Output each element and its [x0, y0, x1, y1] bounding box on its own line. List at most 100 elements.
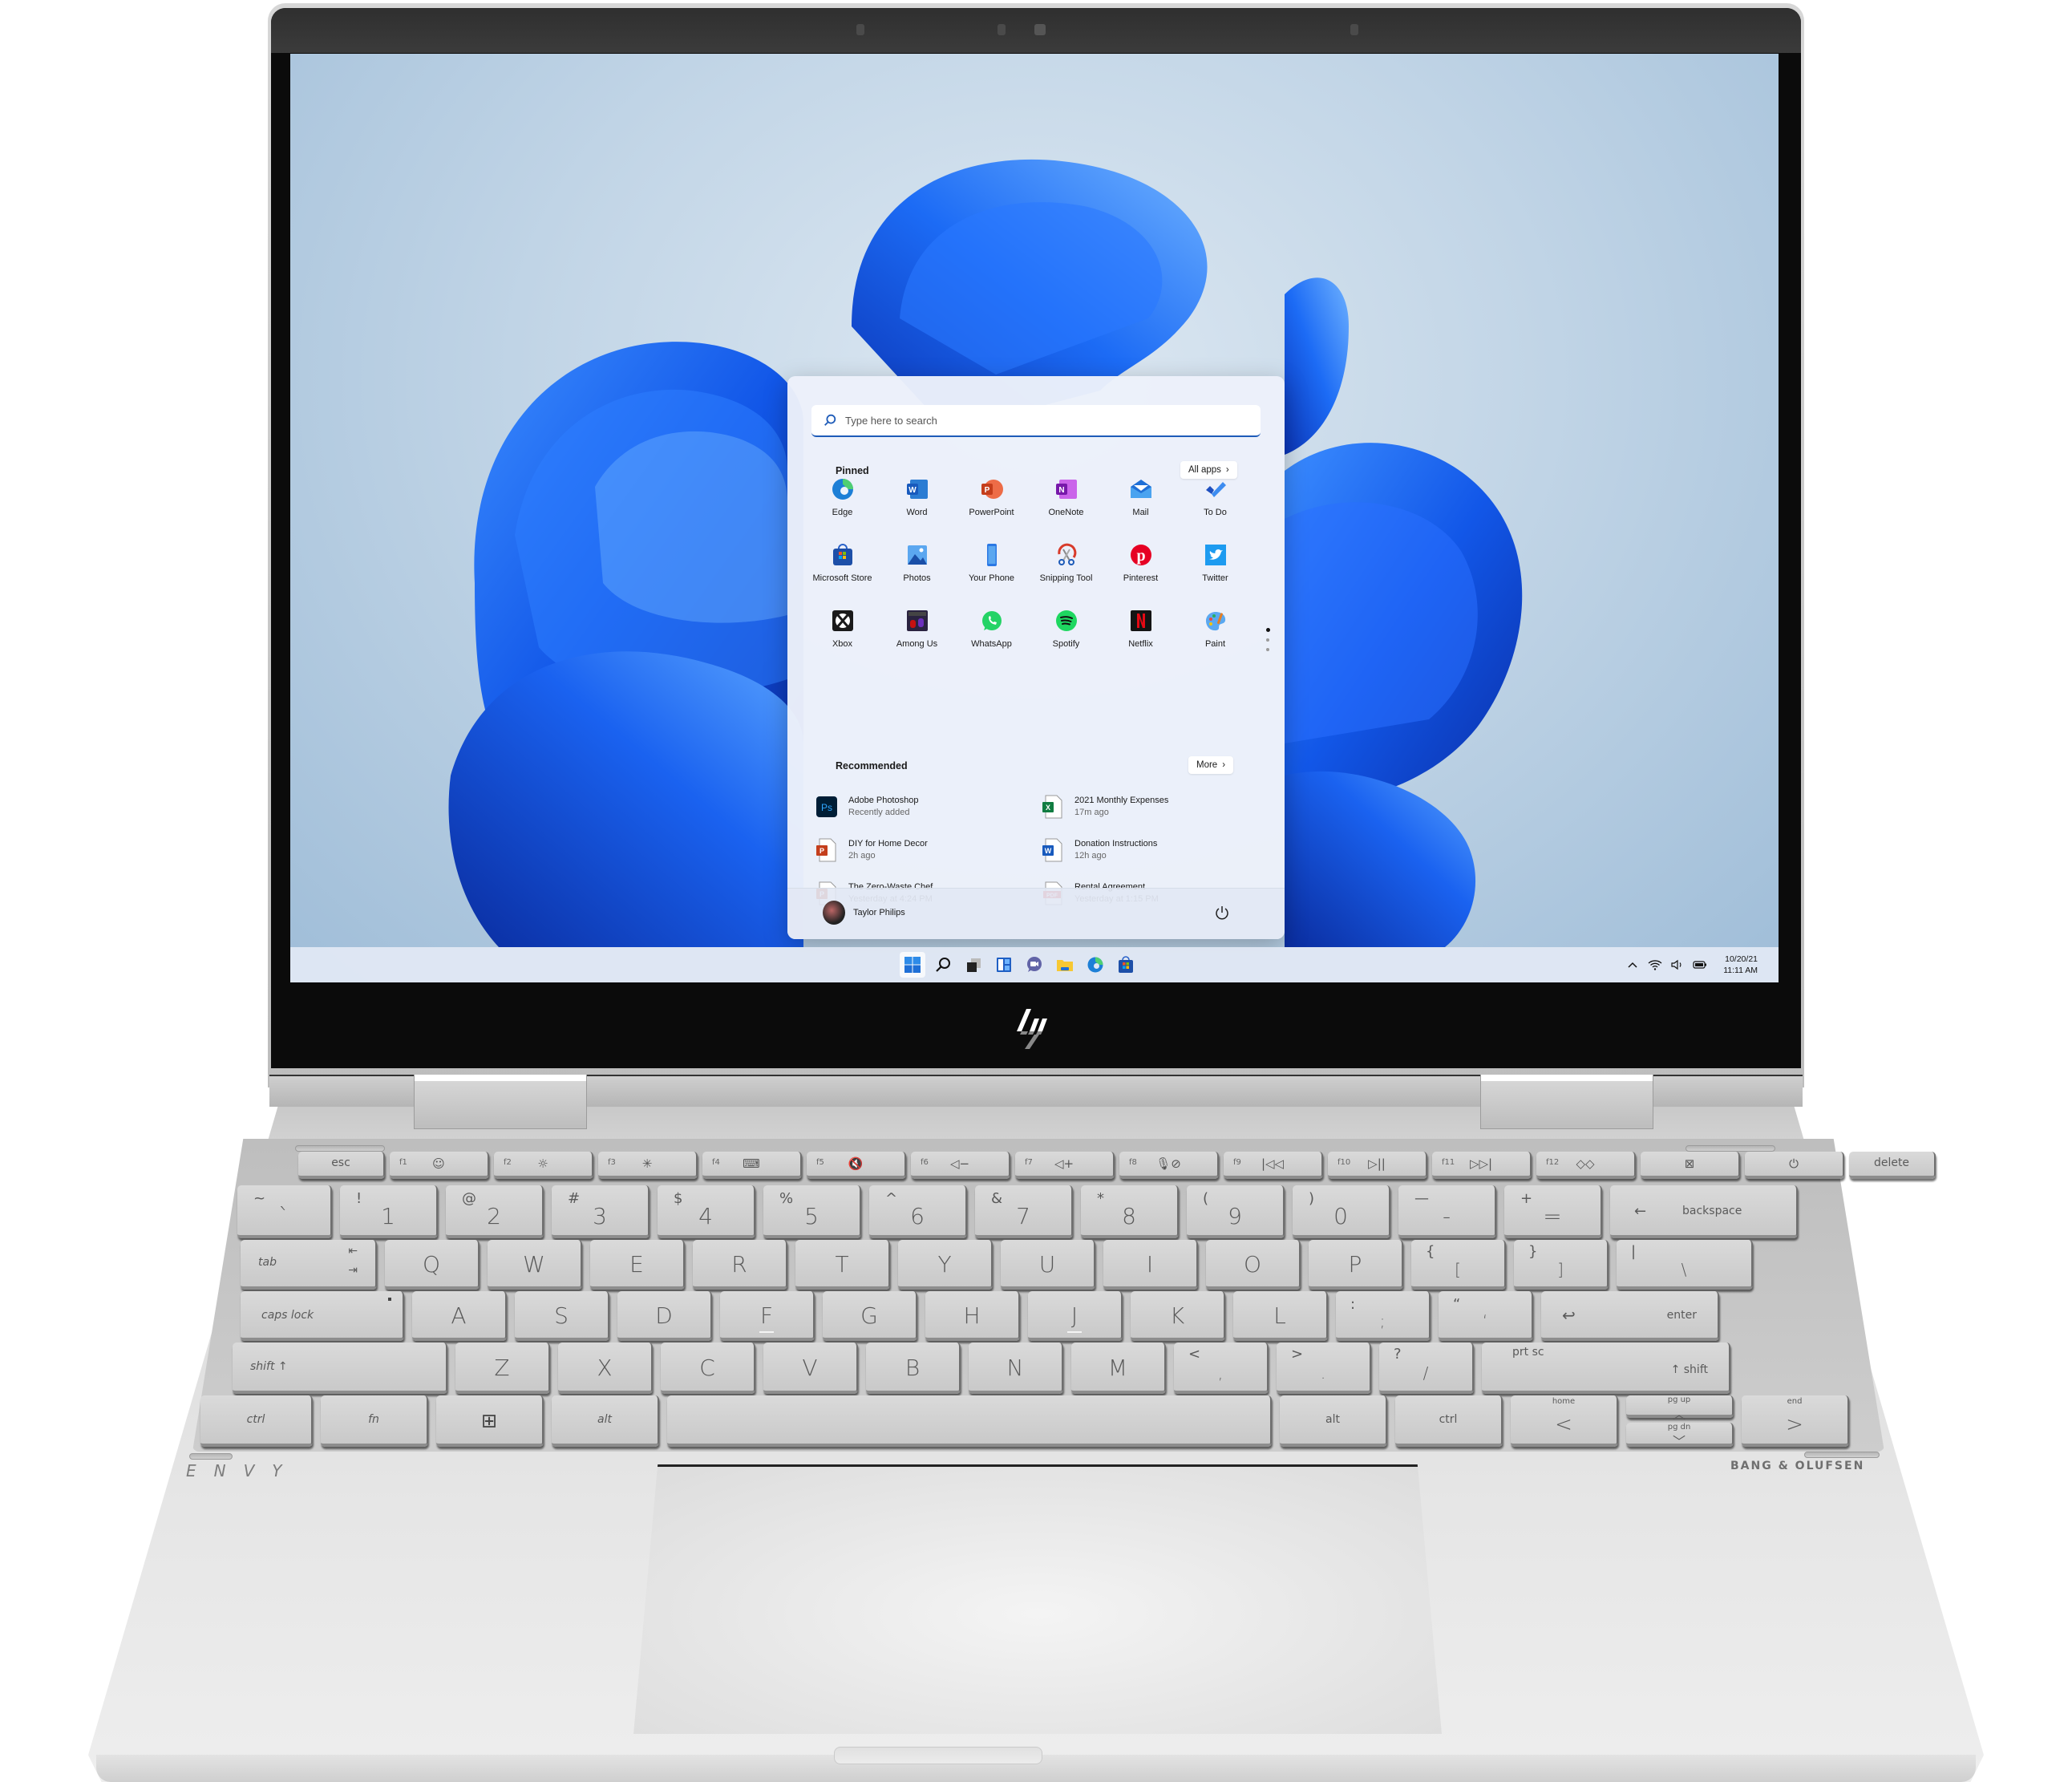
key-m[interactable]: M [1071, 1343, 1166, 1394]
key-g[interactable]: G [823, 1291, 917, 1341]
task-view-button[interactable] [961, 952, 986, 978]
more-button[interactable]: More › [1188, 756, 1234, 774]
key-backspace[interactable]: ← backspace [1610, 1185, 1798, 1238]
key-5[interactable]: % 5 [763, 1185, 861, 1238]
key-f3[interactable]: f3 ✳ [598, 1152, 698, 1179]
key-3[interactable]: #3 [552, 1185, 650, 1238]
key-4[interactable]: $4 [658, 1185, 755, 1238]
pinned-app-spotify[interactable]: Spotify [1029, 604, 1103, 670]
pinned-app-twitter[interactable]: Twitter [1178, 538, 1253, 604]
taskbar-search-button[interactable] [930, 952, 956, 978]
key-semicolon[interactable]: :; [1336, 1291, 1431, 1341]
key-backtick[interactable]: ~ ` [237, 1185, 332, 1238]
widgets-button[interactable] [991, 952, 1017, 978]
key-pg-up[interactable]: pg up ︿ [1626, 1395, 1734, 1422]
teams-chat-button[interactable] [1022, 952, 1047, 978]
key-o[interactable]: O [1206, 1240, 1301, 1290]
file-explorer-button[interactable] [1052, 952, 1078, 978]
pinned-app-word[interactable]: W Word [880, 472, 954, 538]
key-f2[interactable]: f2 ☼ [494, 1152, 593, 1179]
key-f5[interactable]: f5 🔇 [807, 1152, 906, 1179]
key-tab[interactable]: tab ⇤ ⇥ [241, 1240, 377, 1290]
recommended-item[interactable]: W Donation Instructions 12h ago [1042, 838, 1265, 881]
key-symbol[interactable]: + = [1504, 1185, 1602, 1238]
power-icon[interactable] [1214, 905, 1230, 921]
key-windows-left[interactable]: ⊞ [436, 1395, 544, 1447]
key-backslash[interactable]: | \ [1617, 1240, 1753, 1290]
key-b[interactable]: B [866, 1343, 961, 1394]
key-6[interactable]: ^ 6 [869, 1185, 967, 1238]
key-1[interactable]: ! 1 [340, 1185, 438, 1238]
key-f1[interactable]: f1 ☺ [390, 1152, 489, 1179]
key-end[interactable]: end > [1742, 1395, 1849, 1447]
pinned-app-among-us[interactable]: Among Us [880, 604, 954, 670]
key-fn-left[interactable]: fn [321, 1395, 428, 1447]
key-p[interactable]: P [1309, 1240, 1403, 1290]
key-f6[interactable]: f6 ◁− [911, 1152, 1010, 1179]
key-esc[interactable]: esc [298, 1152, 385, 1179]
start-search-box[interactable] [811, 405, 1261, 437]
key-ctrl-right[interactable]: ctrl [1395, 1395, 1503, 1447]
key-f8[interactable]: f8 🎙⊘ [1119, 1152, 1219, 1179]
key-alt-left[interactable]: alt [552, 1395, 659, 1447]
user-account-button[interactable]: Taylor Philips [823, 901, 905, 925]
pinned-app-netflix[interactable]: Netflix [1103, 604, 1178, 670]
page-dot[interactable] [1266, 638, 1269, 642]
pinned-app-snipping-tool[interactable]: Snipping Tool [1029, 538, 1103, 604]
key-ctrl-left[interactable]: ctrl [200, 1395, 313, 1447]
key-x[interactable]: X [558, 1343, 653, 1394]
key-fn-13[interactable]: ⊠ [1641, 1152, 1740, 1179]
key-f11[interactable]: f11 ▷▷| [1432, 1152, 1532, 1179]
pinned-app-mail[interactable]: Mail [1103, 472, 1178, 538]
key-a[interactable]: A [412, 1291, 507, 1341]
key-r[interactable]: R [693, 1240, 787, 1290]
key-f9[interactable]: f9 |◁◁ [1224, 1152, 1323, 1179]
key-c[interactable]: C [661, 1343, 755, 1394]
recommended-item[interactable]: P DIY for Home Decor 2h ago [816, 838, 1042, 881]
key-l[interactable]: L [1233, 1291, 1328, 1341]
key-i[interactable]: I [1103, 1240, 1198, 1290]
pinned-app-onenote[interactable]: N OneNote [1029, 472, 1103, 538]
key-f[interactable]: F [720, 1291, 815, 1341]
key-f12[interactable]: f12 ◇◇ [1536, 1152, 1636, 1179]
page-dot-active[interactable] [1266, 628, 1270, 632]
key-k[interactable]: K [1131, 1291, 1225, 1341]
key-2[interactable]: @2 [446, 1185, 544, 1238]
pinned-page-indicator[interactable] [1266, 628, 1270, 651]
battery-button[interactable] [1693, 958, 1707, 972]
recommended-item[interactable]: Ps Adobe Photoshop Recently added [816, 795, 1042, 838]
search-input[interactable] [845, 414, 1230, 427]
touchpad[interactable] [633, 1464, 1442, 1734]
key-space[interactable] [667, 1395, 1272, 1447]
key-period[interactable]: >. [1277, 1343, 1371, 1394]
key-d[interactable]: D [617, 1291, 712, 1341]
pinned-app-your-phone[interactable]: Your Phone [954, 538, 1029, 604]
key-y[interactable]: Y [898, 1240, 993, 1290]
key-u[interactable]: U [1001, 1240, 1095, 1290]
pinned-app-edge[interactable]: Edge [805, 472, 880, 538]
start-button[interactable] [900, 952, 925, 978]
taskbar-edge-button[interactable] [1083, 952, 1108, 978]
key-0[interactable]: ) 0 [1293, 1185, 1390, 1238]
key-comma[interactable]: <, [1174, 1343, 1269, 1394]
key-v[interactable]: V [763, 1343, 858, 1394]
key-q[interactable]: Q [385, 1240, 480, 1290]
pinned-app-photos[interactable]: Photos [880, 538, 954, 604]
key-7[interactable]: & 7 [975, 1185, 1073, 1238]
key-quote[interactable]: “‘ [1439, 1291, 1533, 1341]
key-symbol[interactable]: — - [1398, 1185, 1496, 1238]
show-hidden-icons-button[interactable] [1625, 958, 1640, 972]
key-right-shift[interactable]: prt sc ↑ shift [1482, 1343, 1730, 1394]
page-dot[interactable] [1266, 648, 1269, 651]
network-button[interactable] [1648, 958, 1662, 972]
key-t[interactable]: T [795, 1240, 890, 1290]
volume-button[interactable] [1670, 958, 1685, 972]
key-left-shift[interactable]: shift ↑ [233, 1343, 447, 1394]
key-home[interactable]: home < [1511, 1395, 1618, 1447]
key-s[interactable]: S [515, 1291, 609, 1341]
pinned-app-paint[interactable]: Paint [1178, 604, 1253, 670]
key-e[interactable]: E [590, 1240, 685, 1290]
key-delete[interactable]: delete [1849, 1152, 1936, 1179]
key-h[interactable]: H [925, 1291, 1020, 1341]
pinned-app-xbox[interactable]: Xbox [805, 604, 880, 670]
